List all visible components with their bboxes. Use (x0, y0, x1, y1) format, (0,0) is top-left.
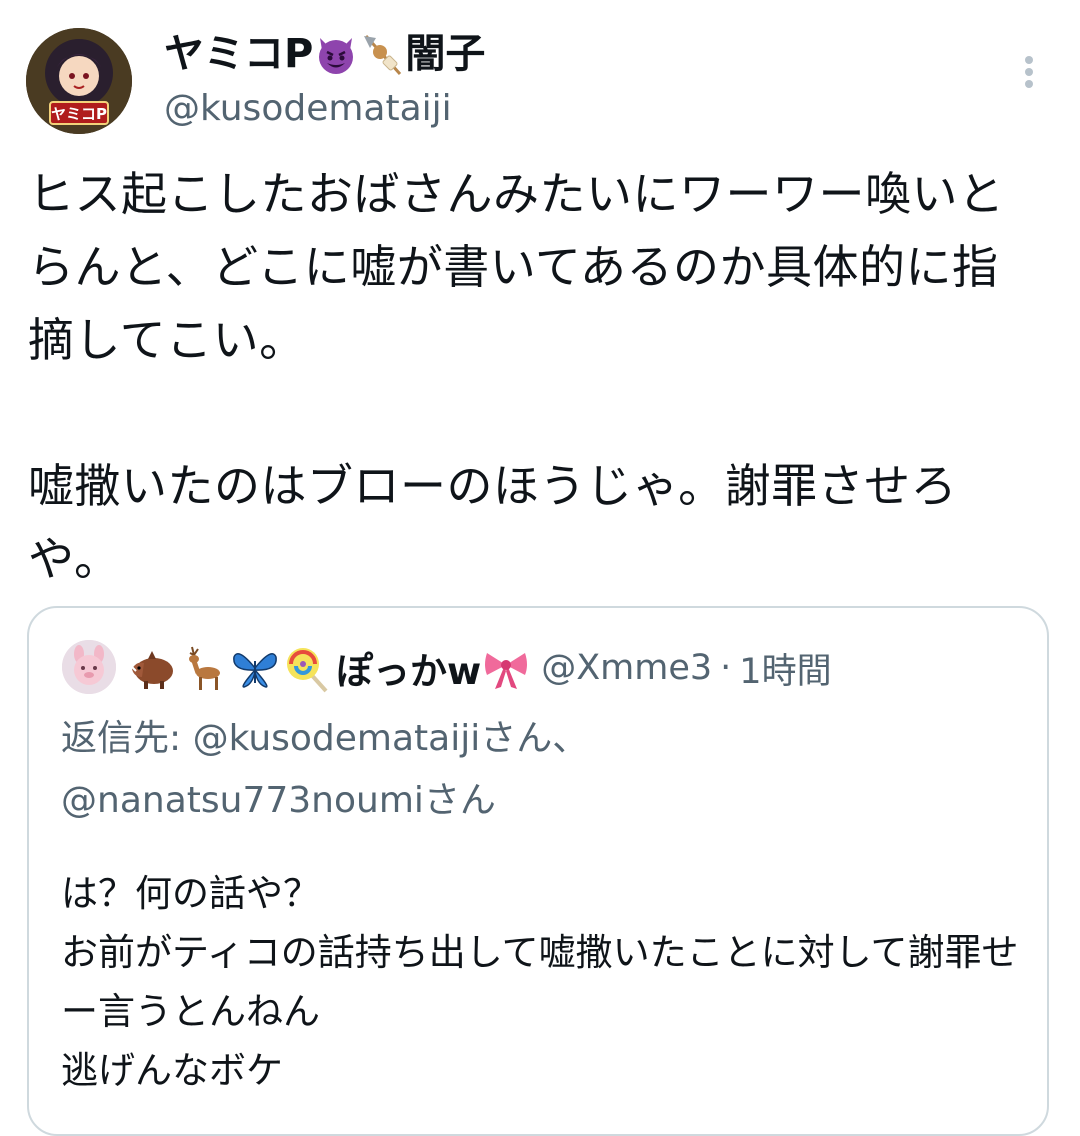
quoted-timestamp[interactable]: 1時間 (739, 643, 831, 694)
replying-to: 返信先: @kusodemataijiさん、 @nanatsu773noumiさ… (61, 708, 1021, 832)
lollipop-icon (282, 643, 332, 693)
replying-to-line-2[interactable]: @nanatsu773noumiさん (61, 770, 1021, 832)
quoted-tweet-header: ぽっかw @Xmme3 · 1時間 (126, 638, 832, 698)
boar-icon (126, 643, 176, 693)
header-separator: · (720, 648, 732, 688)
quoted-handle[interactable]: @Xmme3 (541, 648, 712, 688)
tweet-text: ヒス起こしたおばさんみたいにワーワー喚いとらんと、どこに嘘が書いてあるのか具体的… (28, 167, 1005, 586)
display-name-suffix: 闇子 (405, 31, 486, 77)
replying-to-line-1[interactable]: 返信先: @kusodemataijiさん、 (61, 708, 1021, 770)
more-options-button[interactable] (1014, 50, 1044, 90)
avatar-image: ヤミコP (26, 28, 132, 134)
quoted-avatar-image (62, 640, 116, 694)
ribbon-icon (481, 643, 531, 693)
user-avatar[interactable]: ヤミコP (26, 28, 132, 134)
smiling-imp-icon (314, 32, 358, 76)
avatar-badge-text: ヤミコP (51, 105, 107, 123)
more-dot-icon (1025, 56, 1033, 64)
deer-icon (178, 643, 228, 693)
quoted-tweet-card[interactable]: ぽっかw @Xmme3 · 1時間 返信先: @kusodemataijiさん、… (27, 606, 1049, 1136)
display-name[interactable]: ヤミコP 闇子 (164, 28, 485, 80)
more-dot-icon (1025, 68, 1033, 76)
butterfly-icon (230, 643, 280, 693)
oden-icon (360, 32, 404, 76)
more-dot-icon (1025, 80, 1033, 88)
tweet-header: ヤミコP ヤミコP 闇子 @kusodemataiji (0, 0, 1080, 150)
quoted-tweet-text: は？何の話や？ お前がティコの話持ち出して嘘撒いたことに対して謝罪せー言うとんね… (61, 872, 1019, 1092)
user-handle[interactable]: @kusodemataiji (164, 86, 452, 132)
quoted-user-avatar[interactable] (62, 640, 116, 694)
quoted-display-name[interactable]: ぽっかw (336, 641, 481, 695)
display-name-prefix: ヤミコP (164, 31, 314, 77)
